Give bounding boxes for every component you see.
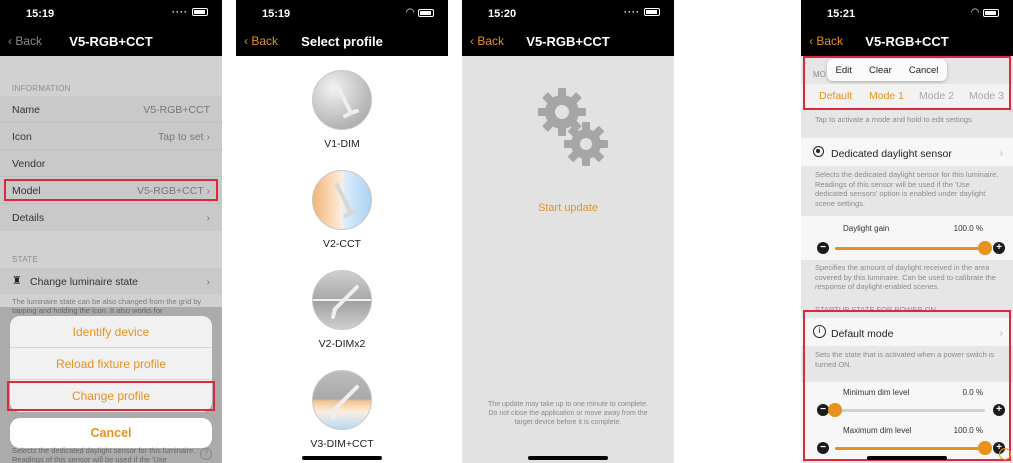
row-label: Change luminaire state <box>30 276 138 288</box>
home-indicator <box>302 456 382 460</box>
update-note: The update may take up to one minute to … <box>488 401 648 426</box>
daylight-sensor-label: Dedicated daylight sensor <box>831 148 952 160</box>
row-details[interactable]: Details › <box>0 204 222 231</box>
highlight-modes <box>803 56 1011 110</box>
profile-dim-icon <box>312 70 372 130</box>
home-indicator <box>528 456 608 460</box>
help-icon[interactable]: ? <box>200 448 212 460</box>
status-time: 15:19 <box>262 8 291 20</box>
nav-bar: ‹ Back V5-RGB+CCT <box>801 26 1013 56</box>
gain-note: Specifies the amount of daylight receive… <box>815 263 996 291</box>
nav-bar: ‹ Back Select profile <box>236 26 448 56</box>
status-bar: 15:19 ◠ <box>236 0 448 26</box>
profile-item[interactable]: V1-DIM <box>236 70 448 160</box>
daylight-gain-slider-row: Daylight gain 100.0 % − + <box>801 216 1013 260</box>
signal-icon: ···· <box>172 7 188 17</box>
row-value: Tap to set › <box>158 131 210 143</box>
screen-device-info: 15:19 ···· ‹ Back V5-RGB+CCT INFORMATION… <box>0 0 222 463</box>
status-icons: ···· <box>624 7 660 17</box>
status-bar: 15:19 ···· <box>0 0 222 26</box>
profile-dim-cct-icon <box>312 370 372 430</box>
screen-update: 15:20 ···· ‹ Back V5-RGB+CCT Start updat… <box>462 0 674 463</box>
chevron-right-icon: › <box>206 276 211 288</box>
chevron-right-icon: › <box>206 131 211 143</box>
section-header-information: INFORMATION <box>12 84 71 93</box>
page-title: V5-RGB+CCT <box>526 34 610 49</box>
battery-icon <box>983 8 999 17</box>
page-title: Select profile <box>301 34 383 49</box>
touch-indicator-icon <box>999 448 1011 460</box>
slider-value: 100.0 % <box>953 224 983 233</box>
row-change-state[interactable]: Change luminaire state ♜ › <box>0 268 222 294</box>
status-icons: ···· <box>172 7 208 17</box>
row-name[interactable]: Name V5-RGB+CCT <box>0 96 222 123</box>
row-label: Details <box>12 212 45 224</box>
gears-icon <box>538 88 608 166</box>
row-value-text: Tap to set <box>158 131 204 143</box>
row-label: Vendor <box>12 158 46 170</box>
wifi-icon: ◠ <box>406 7 414 18</box>
daylight-sensor-row[interactable]: Dedicated daylight sensor › <box>801 138 1013 166</box>
row-label: Name <box>12 104 41 116</box>
status-icons: ◠ <box>406 7 434 18</box>
signal-icon: ···· <box>624 7 640 17</box>
battery-icon <box>644 8 660 16</box>
slider-label: Daylight gain <box>843 224 890 233</box>
daylight-note: Selects the dedicated daylight sensor fo… <box>815 170 999 208</box>
row-label: Icon <box>12 131 32 143</box>
profile-label: V1-DIM <box>324 138 360 150</box>
identify-device-button[interactable]: Identify device <box>10 316 212 348</box>
status-time: 15:21 <box>827 8 856 20</box>
profile-cct-icon <box>312 170 372 230</box>
profile-label: V2-CCT <box>323 238 361 250</box>
status-icons: ◠ <box>971 7 999 18</box>
chevron-right-icon: › <box>206 212 211 224</box>
minus-icon[interactable]: − <box>817 242 829 254</box>
home-indicator <box>867 456 947 460</box>
profile-item[interactable]: V3-DIM+CCT <box>236 370 448 460</box>
status-bar: 15:21 ◠ <box>801 0 1013 26</box>
screen-select-profile: 15:19 ◠ ‹ Back Select profile V1-DIM V2-… <box>236 0 448 463</box>
battery-icon <box>418 8 434 17</box>
screen-modes: 15:21 ◠ ‹ Back V5-RGB+CCT MO Edit Clear … <box>801 0 1013 463</box>
reload-profile-button[interactable]: Reload fixture profile <box>10 348 212 380</box>
slider-knob[interactable] <box>978 241 992 255</box>
lamp-icon: ♜ <box>12 275 22 287</box>
bottom-note: Selects the dedicated daylight sensor fo… <box>12 446 196 463</box>
profile-label: V3-DIM+CCT <box>310 438 374 450</box>
radio-icon <box>813 146 824 157</box>
daylight-gain-slider[interactable] <box>835 241 992 255</box>
slider-fill <box>835 247 985 250</box>
nav-bar: ‹ Back V5-RGB+CCT <box>0 26 222 56</box>
page-title: V5-RGB+CCT <box>865 34 949 49</box>
modes-hint: Tap to activate a mode and hold to edit … <box>815 115 972 124</box>
profile-item[interactable]: V2-DIMx2 <box>236 270 448 360</box>
chevron-right-icon: › <box>999 148 1003 159</box>
section-header-state: STATE <box>12 255 39 264</box>
plus-icon[interactable]: + <box>993 242 1005 254</box>
profile-item[interactable]: V2-CCT <box>236 170 448 260</box>
highlight-startup <box>803 310 1011 461</box>
wifi-icon: ◠ <box>971 7 979 18</box>
status-bar: 15:20 ···· <box>462 0 674 26</box>
status-time: 15:20 <box>488 8 517 20</box>
battery-icon <box>192 8 208 16</box>
row-vendor[interactable]: Vendor <box>0 150 222 177</box>
row-icon[interactable]: Icon Tap to set › <box>0 123 222 150</box>
cancel-button[interactable]: Cancel <box>10 418 212 448</box>
profile-dimx2-icon <box>312 270 372 330</box>
row-value: V5-RGB+CCT <box>143 104 210 116</box>
page-title: V5-RGB+CCT <box>69 34 153 49</box>
profile-label: V2-DIMx2 <box>318 338 366 350</box>
start-update-button[interactable]: Start update <box>462 202 674 214</box>
nav-bar: ‹ Back V5-RGB+CCT <box>462 26 674 56</box>
status-time: 15:19 <box>26 8 55 20</box>
highlight-change-profile <box>7 381 215 411</box>
highlight-model <box>4 179 218 201</box>
